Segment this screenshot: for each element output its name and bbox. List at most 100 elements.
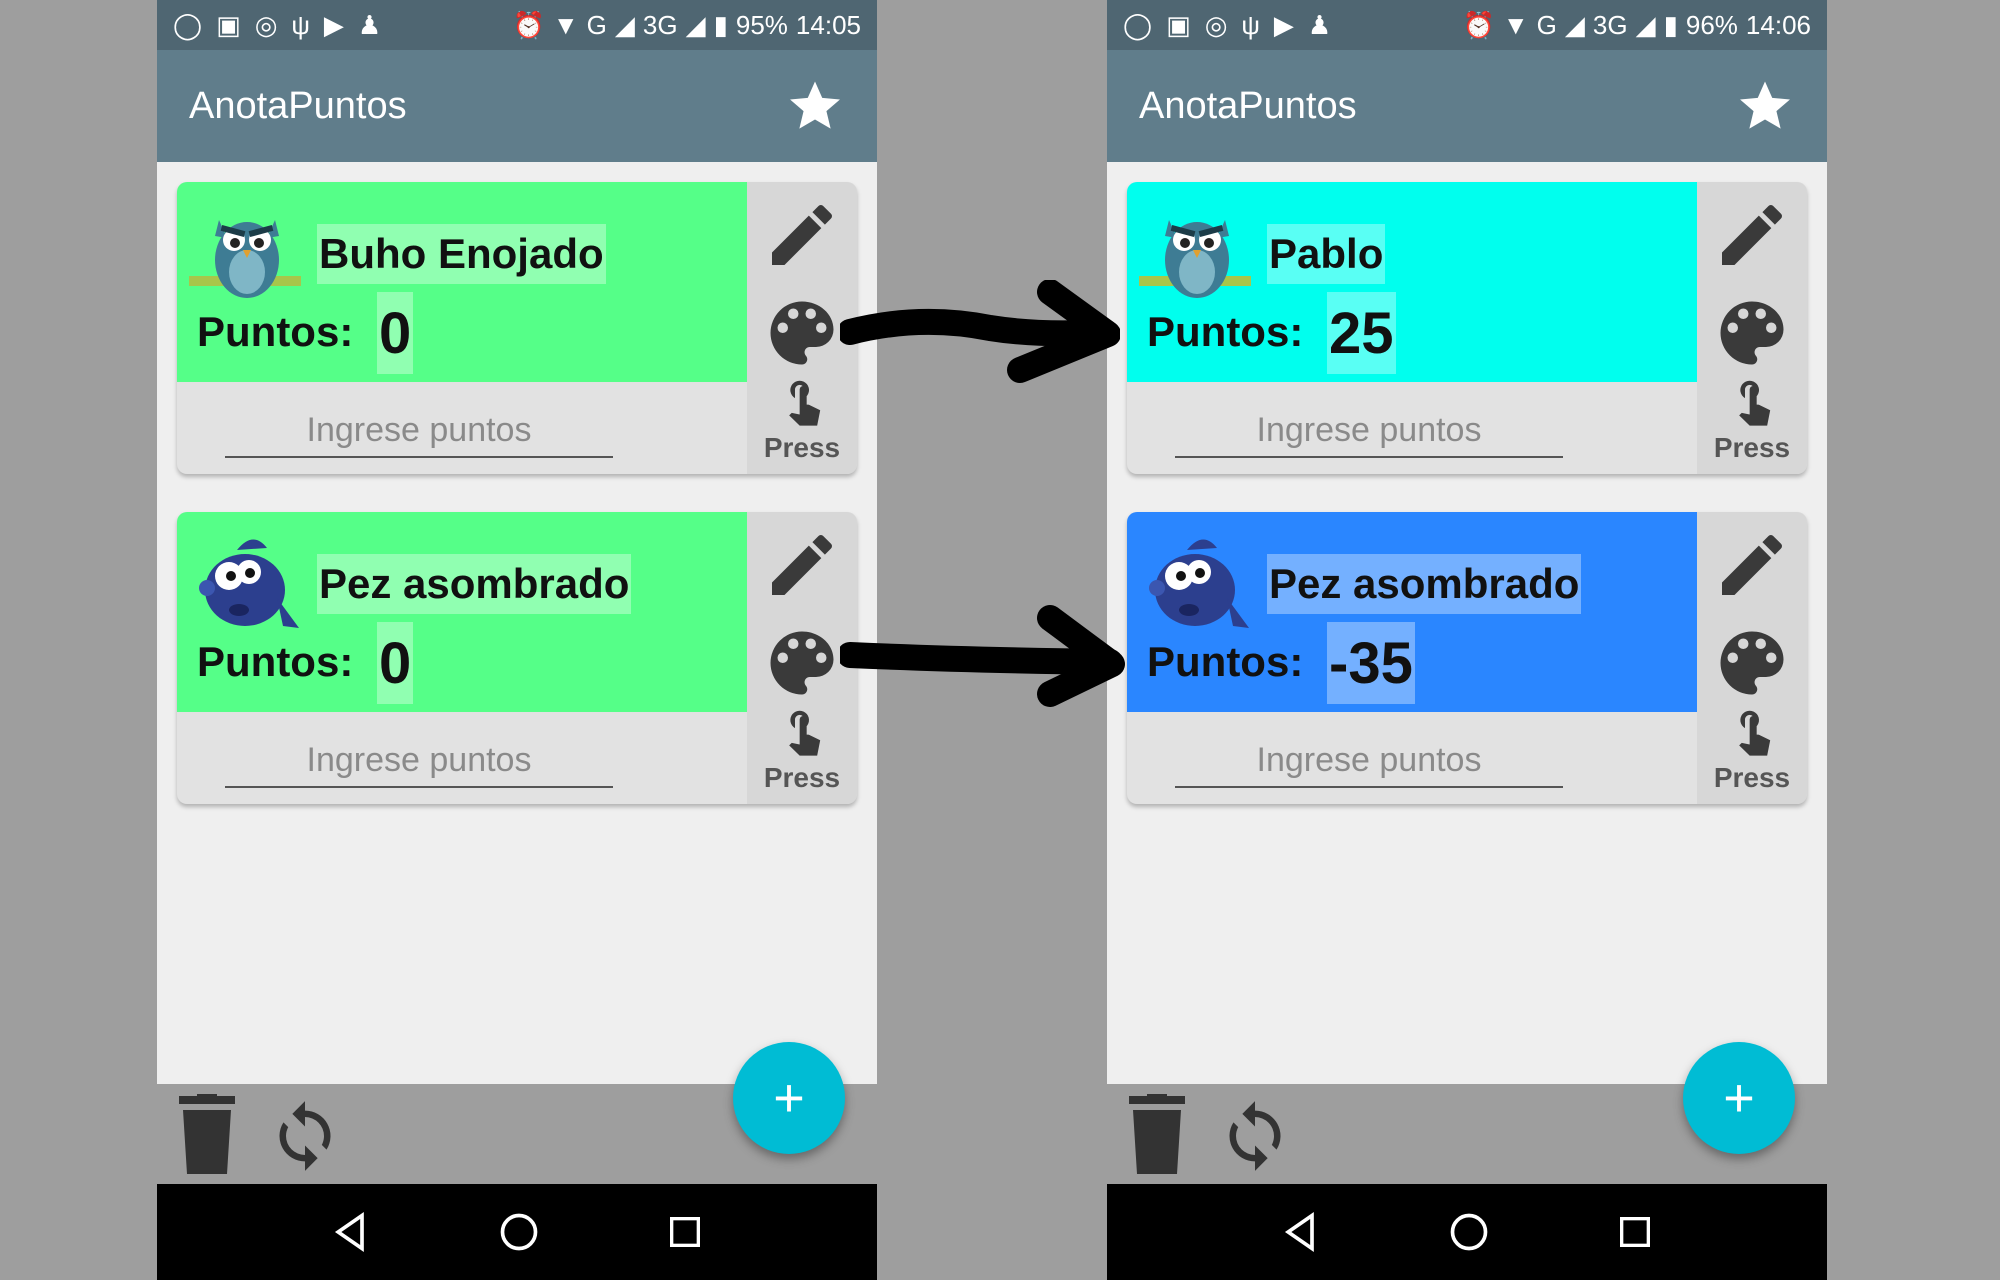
edit-button[interactable] <box>1707 520 1797 610</box>
press-button[interactable] <box>1707 370 1797 430</box>
press-label: Press <box>763 432 841 463</box>
press-label: Press <box>1713 762 1791 793</box>
add-player-button[interactable]: + <box>1683 1042 1795 1154</box>
press-label: Press <box>763 762 841 793</box>
whatsapp-icon: ◯ <box>173 9 203 40</box>
add-player-button[interactable]: + <box>733 1042 845 1154</box>
app-title: AnotaPuntos <box>189 84 407 127</box>
press-button[interactable] <box>1707 700 1797 760</box>
notification-icons: ◯ ▣ ◎ ψ ▶ ♟ <box>173 10 381 41</box>
owl-icon <box>1139 220 1251 298</box>
recents-icon[interactable] <box>1615 1212 1655 1252</box>
card-actions: Press <box>1697 512 1807 804</box>
refresh-icon[interactable] <box>267 1094 343 1178</box>
points-input[interactable] <box>1175 404 1563 458</box>
network-type: G <box>586 9 607 40</box>
owl-icon <box>189 220 301 298</box>
signal-icon: ◢ <box>1564 9 1585 40</box>
star-icon <box>1740 81 1790 129</box>
edit-button[interactable] <box>757 190 847 280</box>
usb-icon: ψ <box>291 9 310 40</box>
pencil-icon <box>1722 204 1782 265</box>
recents-icon[interactable] <box>665 1212 705 1252</box>
player-name[interactable]: Pablo <box>1267 224 1386 284</box>
back-icon[interactable] <box>1279 1210 1323 1254</box>
home-icon[interactable] <box>497 1210 541 1254</box>
press-button[interactable] <box>757 700 847 760</box>
battery-icon: ▮ <box>713 9 728 40</box>
palette-icon <box>1720 631 1784 695</box>
transition-arrow-top <box>840 280 1120 383</box>
battery-level: 95% <box>735 9 788 40</box>
network-type-2: 3G <box>1592 9 1628 40</box>
player-card-header: Buho Enojado Puntos: 0 <box>177 182 747 382</box>
navigation-bar <box>1107 1184 1827 1280</box>
player-card-header: Pablo Puntos: 25 <box>1127 182 1697 382</box>
card-actions: Press <box>1697 182 1807 474</box>
points-label: Puntos: <box>197 308 354 355</box>
youtube-icon: ▶ <box>1273 9 1294 40</box>
press-button[interactable] <box>757 370 847 430</box>
navigation-bar <box>157 1184 877 1280</box>
trash-icon[interactable] <box>175 1094 239 1178</box>
player-name[interactable]: Pez asombrado <box>317 554 632 614</box>
points-input[interactable] <box>225 734 613 788</box>
press-label: Press <box>1713 432 1791 463</box>
points-label: Puntos: <box>1147 308 1304 355</box>
back-icon[interactable] <box>329 1210 373 1254</box>
palette-icon <box>770 631 834 695</box>
wifi-icon: ▼ <box>1502 9 1529 40</box>
points-value: -35 <box>1327 622 1415 704</box>
star-button[interactable] <box>785 76 845 136</box>
system-status: ⏰ ▼ G ◢ 3G ◢ ▮ 96% 14:06 <box>1463 10 1811 41</box>
player-name[interactable]: Pez asombrado <box>1267 554 1582 614</box>
color-button[interactable] <box>757 618 847 708</box>
home-icon[interactable] <box>1447 1210 1491 1254</box>
transition-arrow-bottom <box>840 605 1125 707</box>
alarm-icon: ⏰ <box>512 9 545 40</box>
color-button[interactable] <box>1707 288 1797 378</box>
whatsapp-icon: ◯ <box>1123 9 1153 40</box>
pencil-icon <box>772 204 832 265</box>
trash-icon[interactable] <box>1125 1094 1189 1178</box>
player-card: Buho Enojado Puntos: 0 Press <box>177 182 857 474</box>
app-title: AnotaPuntos <box>1139 84 1357 127</box>
phone-screen-after: ◯ ▣ ◎ ψ ▶ ♟ ⏰ ▼ G ◢ 3G ◢ ▮ 96% 14:06 Ano… <box>1107 0 1827 1280</box>
palette-icon <box>1720 301 1784 365</box>
system-status: ⏰ ▼ G ◢ 3G ◢ ▮ 95% 14:05 <box>513 10 861 41</box>
player-card-header: Pez asombrado Puntos: 0 <box>177 512 747 712</box>
signal-icon-2: ◢ <box>1635 9 1656 40</box>
clock: 14:06 <box>1745 9 1811 40</box>
star-button[interactable] <box>1735 76 1795 136</box>
status-bar: ◯ ▣ ◎ ψ ▶ ♟ ⏰ ▼ G ◢ 3G ◢ ▮ 95% 14:05 <box>157 0 877 50</box>
youtube-icon: ▶ <box>323 9 344 40</box>
edit-button[interactable] <box>757 520 847 610</box>
refresh-icon[interactable] <box>1217 1094 1293 1178</box>
touch-icon <box>789 380 821 426</box>
player-card: Pablo Puntos: 25 Press <box>1127 182 1807 474</box>
points-label: Puntos: <box>1147 638 1304 685</box>
battery-icon: ▮ <box>1663 9 1678 40</box>
points-input[interactable] <box>1175 734 1563 788</box>
usb-icon: ψ <box>1241 9 1260 40</box>
points-input[interactable] <box>225 404 613 458</box>
instagram-icon: ◎ <box>254 9 278 40</box>
instagram-icon: ◎ <box>1204 9 1228 40</box>
app-bar: AnotaPuntos <box>157 50 877 162</box>
touch-icon <box>789 710 821 756</box>
edit-button[interactable] <box>1707 190 1797 280</box>
points-label: Puntos: <box>197 638 354 685</box>
player-card-header: Pez asombrado Puntos: -35 <box>1127 512 1697 712</box>
color-button[interactable] <box>1707 618 1797 708</box>
color-button[interactable] <box>757 288 847 378</box>
player-name[interactable]: Buho Enojado <box>317 224 606 284</box>
touch-icon <box>1739 710 1771 756</box>
app-bar: AnotaPuntos <box>1107 50 1827 162</box>
points-value: 0 <box>377 622 414 704</box>
clock: 14:05 <box>795 9 861 40</box>
palette-icon <box>770 301 834 365</box>
android-icon: ♟ <box>357 9 382 40</box>
status-bar: ◯ ▣ ◎ ψ ▶ ♟ ⏰ ▼ G ◢ 3G ◢ ▮ 96% 14:06 <box>1107 0 1827 50</box>
gallery-icon: ▣ <box>216 9 241 40</box>
touch-icon <box>1739 380 1771 426</box>
